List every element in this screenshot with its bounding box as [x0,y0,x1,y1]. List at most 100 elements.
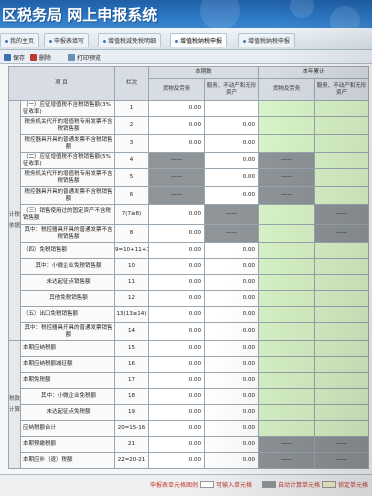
tab-vat-declaration[interactable]: 增值税纳税申报 [170,33,228,47]
value-cell[interactable]: 0.00 [203,186,260,205]
value-cell[interactable] [258,306,316,323]
value-cell[interactable]: 0.00 [203,258,260,275]
value-cell[interactable]: 0.00 [148,420,205,437]
value-cell[interactable] [258,404,316,421]
tab-vat-declaration-2[interactable]: 增值税纳税申报 [238,33,296,47]
tab-vat-exemption[interactable]: 增值税减免税明细 [98,33,162,47]
value-cell[interactable] [203,100,260,117]
value-cell[interactable] [258,372,316,389]
legend-auto-swatch [262,481,276,488]
value-cell[interactable] [258,356,316,373]
value-cell[interactable]: 0.00 [148,134,205,153]
value-cell[interactable] [314,274,370,291]
value-cell[interactable]: 0.00 [203,388,260,405]
value-cell[interactable]: 0.00 [203,306,260,323]
value-cell[interactable]: 0.00 [203,452,260,469]
value-cell[interactable]: 0.00 [148,290,205,307]
tab-form-fill[interactable]: 申报表填写 [44,33,90,47]
value-cell[interactable] [314,100,370,117]
value-cell[interactable]: 0.00 [148,322,205,341]
value-cell[interactable]: 0.00 [203,168,260,187]
value-cell[interactable] [314,388,370,405]
value-cell[interactable] [258,340,316,357]
value-cell[interactable]: 0.00 [148,258,205,275]
table-row: 未达起征点销售额 11 0.00 0.00 [9,274,370,291]
value-cell[interactable] [314,372,370,389]
value-cell[interactable] [314,290,370,307]
value-cell[interactable]: 0.00 [148,388,205,405]
value-cell[interactable] [314,258,370,275]
value-cell[interactable]: 0.00 [148,436,205,453]
tab-home[interactable]: 我的主页 [0,33,40,47]
value-cell[interactable] [258,290,316,307]
value-cell[interactable]: 0.00 [148,204,205,225]
vat-declaration-table: 项 目 栏次 本期数 本年累计 货物及劳务 服务、不动产和无形资产 货物及劳务 … [8,66,370,469]
value-cell[interactable] [314,404,370,421]
value-cell[interactable] [314,306,370,323]
value-cell[interactable]: 0.00 [148,340,205,357]
value-cell[interactable]: 0.00 [203,356,260,373]
value-cell[interactable]: 0.00 [203,242,260,259]
value-cell[interactable] [258,242,316,259]
legend-locked-text: 锁定单元格 [338,482,369,489]
table-row: 税款计算 本期应纳税额 15 0.00 0.00 [8,340,370,469]
tab-label: 申报表填写 [54,38,85,45]
value-cell[interactable] [314,152,370,169]
value-cell[interactable]: 0.00 [203,134,260,153]
value-cell[interactable] [314,134,370,153]
value-cell[interactable] [314,356,370,373]
value-cell[interactable]: 0.00 [148,372,205,389]
value-cell[interactable] [258,224,316,243]
value-cell[interactable] [258,322,316,341]
value-cell[interactable] [258,116,316,135]
row-lan-cell: 16 [114,356,149,373]
value-cell[interactable] [258,274,316,291]
value-cell[interactable]: 0.00 [203,274,260,291]
row-item-label: 其中：小微企业免税销售额 [20,258,115,275]
delete-button[interactable]: 删除 [30,52,51,62]
value-cell[interactable]: 0.00 [148,404,205,421]
value-cell[interactable]: 0.00 [148,100,205,117]
value-cell[interactable] [314,186,370,205]
save-button[interactable]: 保存 [4,52,25,62]
value-cell[interactable]: 0.00 [148,116,205,135]
value-cell[interactable]: 0.00 [148,306,205,323]
value-cell[interactable]: 0.00 [148,452,205,469]
value-cell[interactable]: 0.00 [203,290,260,307]
value-cell[interactable]: 0.00 [203,404,260,421]
value-cell[interactable]: 0.00 [203,322,260,341]
value-cell[interactable]: 0.00 [148,356,205,373]
value-cell[interactable] [258,258,316,275]
value-cell[interactable] [314,340,370,357]
value-cell[interactable]: 0.00 [203,436,260,453]
value-cell[interactable]: 0.00 [203,340,260,357]
value-cell[interactable] [258,100,316,117]
value-cell[interactable]: 0.00 [203,152,260,169]
row-lan-cell: 5 [114,168,149,187]
value-cell[interactable]: 0.00 [203,372,260,389]
table-row: 应纳税额合计 20=15-16 0.00 0.00 [9,420,370,437]
row-lan-cell: 21 [114,436,149,453]
value-cell: —— [258,452,316,469]
col-lan-header: 栏次 [114,66,149,101]
value-cell[interactable]: 0.00 [148,274,205,291]
print-preview-button[interactable]: 打印预览 [68,52,101,62]
value-cell[interactable]: 0.00 [203,116,260,135]
table-row: 税控器具开具的普通发票不含税销售额 6 —— 0.00 —— [9,186,370,205]
value-cell[interactable] [314,116,370,135]
value-cell[interactable]: 0.00 [148,224,205,243]
value-cell[interactable] [314,242,370,259]
value-cell[interactable] [258,388,316,405]
value-cell[interactable] [314,420,370,437]
row-item-label: （二）应征增值税不含税销售额(5%征收率) [20,152,115,169]
row-item-label: 其中：税控器具开具的普通发票不含税销售额 [20,224,115,243]
value-cell[interactable] [314,322,370,341]
sub-services-current: 服务、不动产和无形资产 [203,78,260,101]
value-cell[interactable] [314,168,370,187]
value-cell[interactable]: 0.00 [148,242,205,259]
value-cell[interactable] [258,134,316,153]
row-lan-cell: 15 [114,340,149,357]
value-cell[interactable] [258,420,316,437]
value-cell[interactable]: 0.00 [203,420,260,437]
value-cell[interactable] [258,204,316,225]
